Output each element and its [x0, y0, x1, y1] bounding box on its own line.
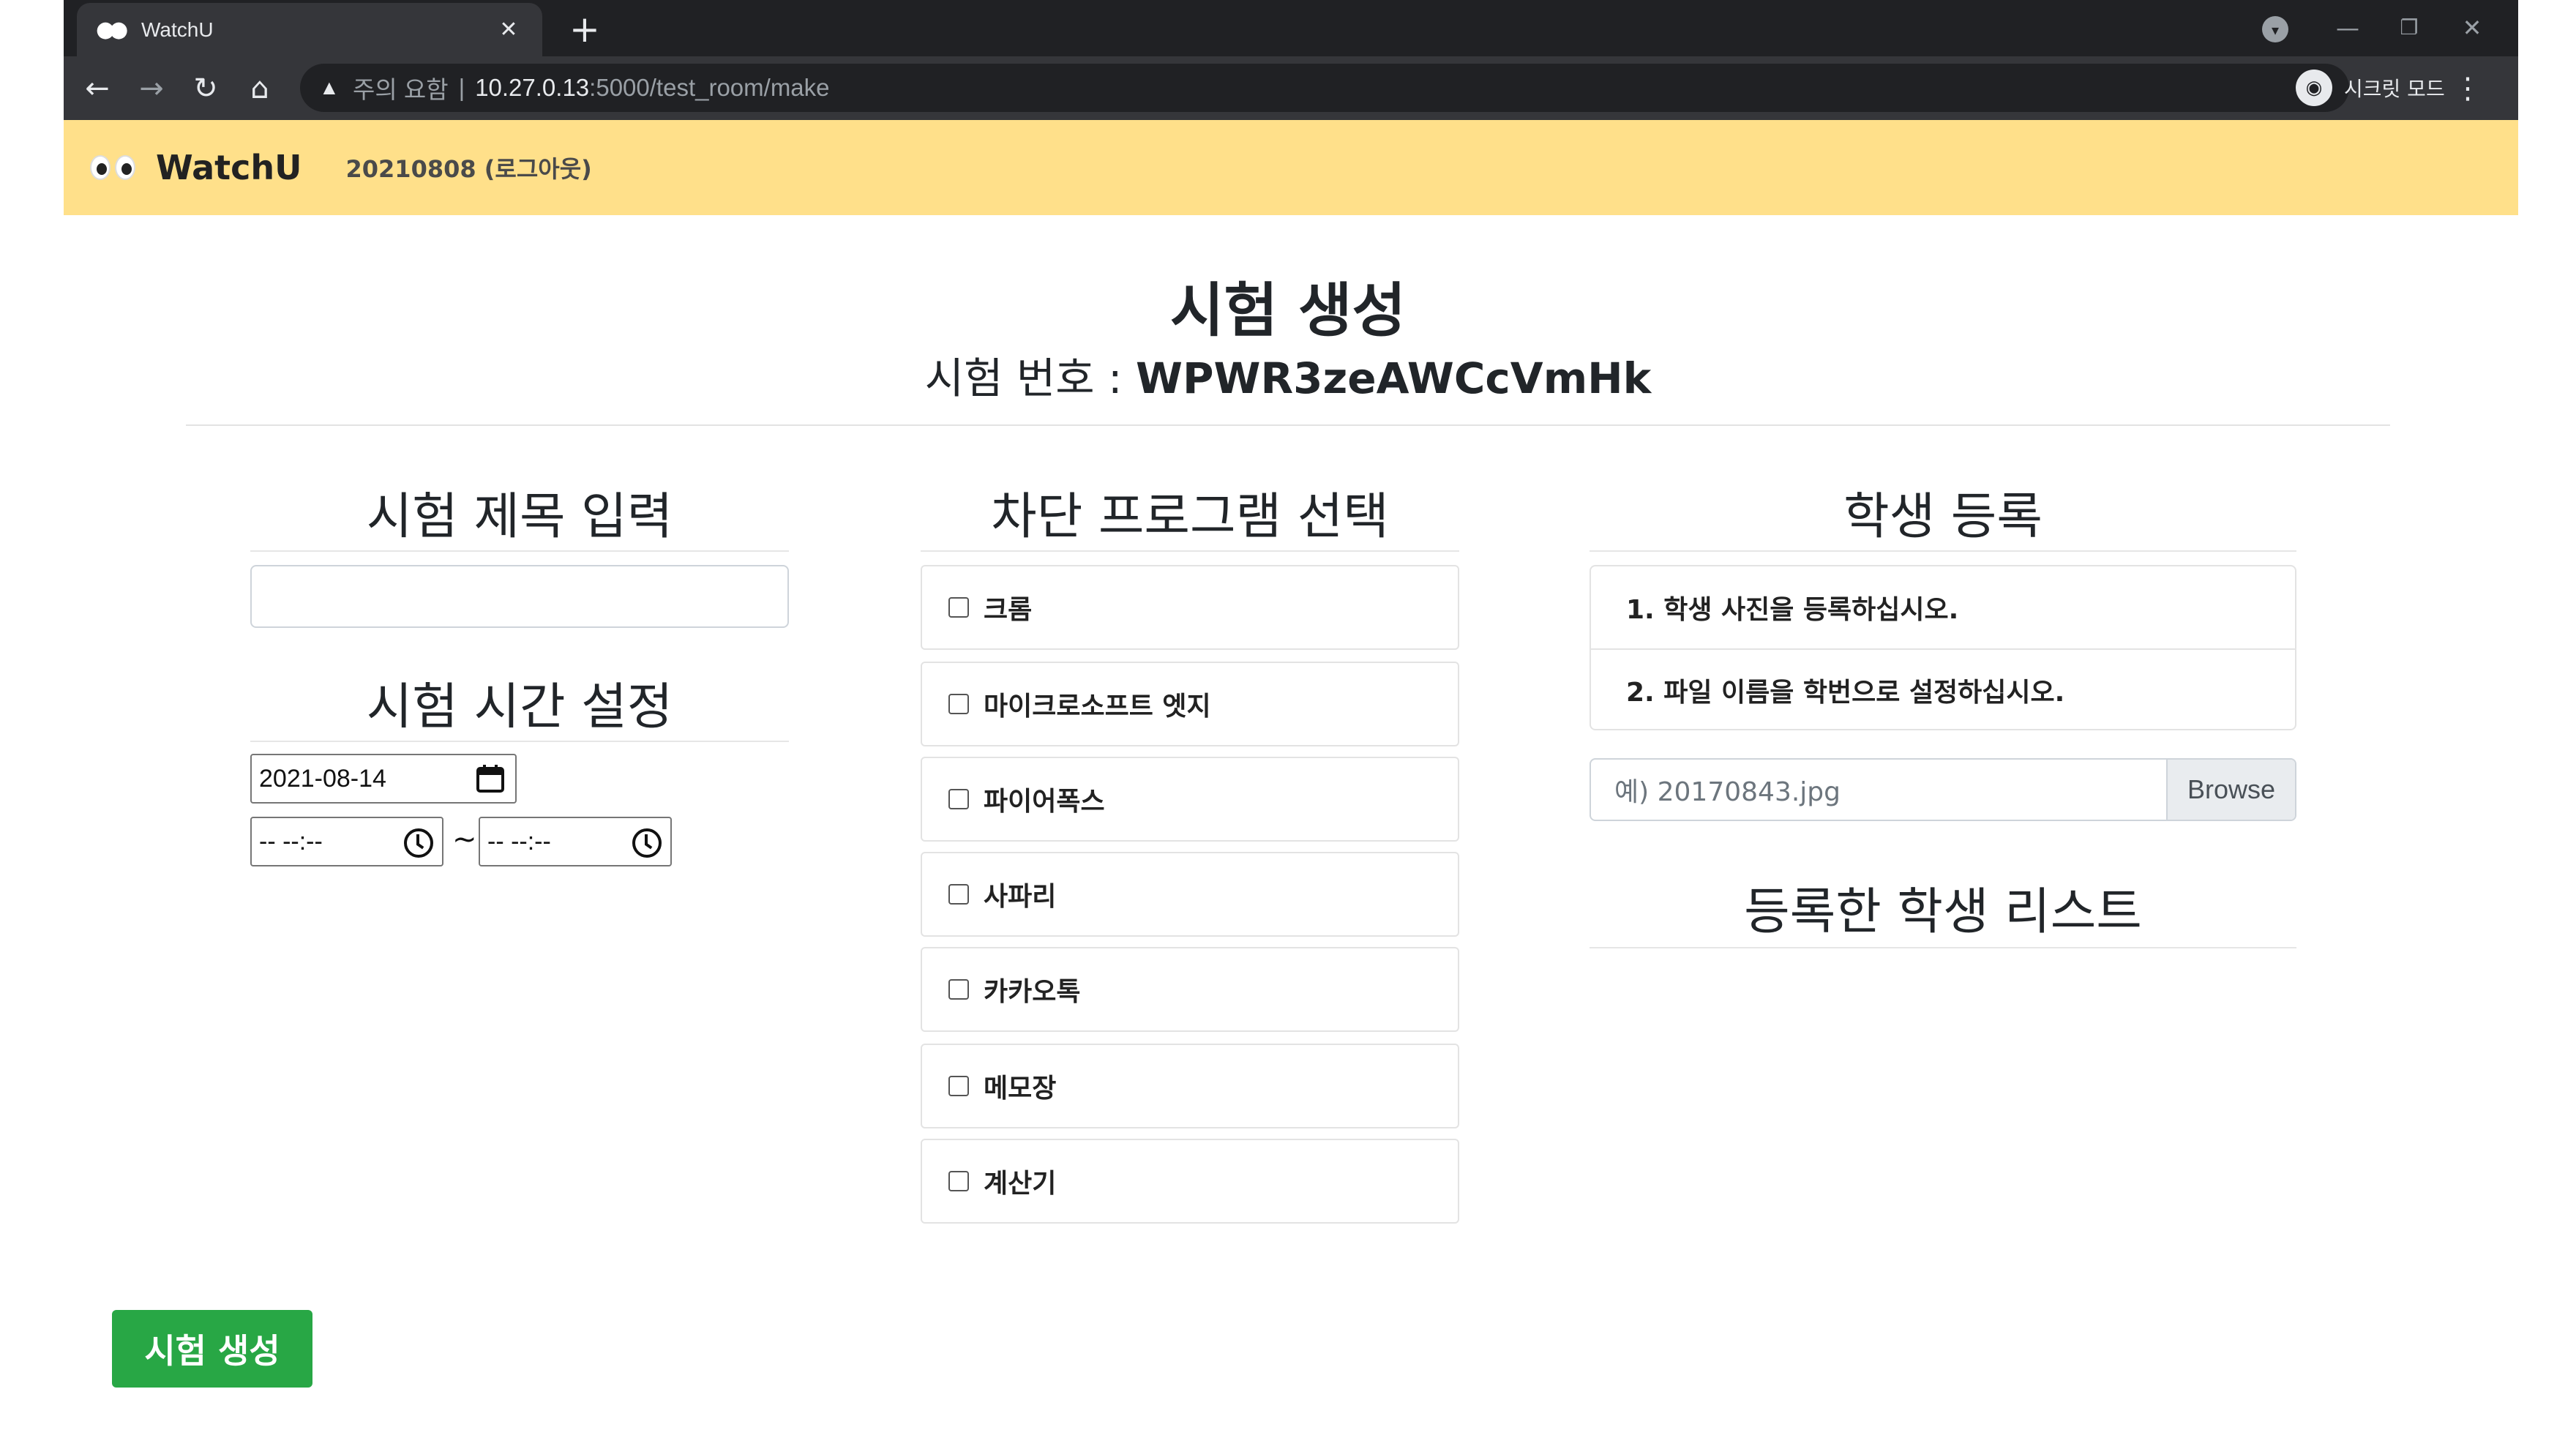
reload-icon[interactable]: ↻ — [184, 67, 228, 111]
program-label: 크롬 — [984, 595, 1033, 625]
tab-title: WatchU — [141, 18, 214, 41]
clock-icon[interactable] — [404, 828, 433, 858]
program-checkbox[interactable] — [948, 597, 969, 618]
exam-title-input[interactable] — [250, 565, 789, 628]
program-checkbox[interactable] — [948, 1076, 969, 1096]
program-option[interactable]: 사파리 — [921, 852, 1459, 937]
section-divider — [250, 741, 789, 742]
brand-name: WatchU — [156, 148, 302, 187]
program-label: 카카오톡 — [984, 977, 1081, 1007]
exam-time-heading: 시험 시간 설정 — [366, 678, 673, 736]
section-divider — [250, 550, 789, 552]
address-bar[interactable]: ▲ 주의 요함 | 10.27.0.13 :5000/test_room/mak… — [300, 64, 2349, 112]
program-label: 마이크로소프트 엣지 — [984, 692, 1211, 722]
browser-chrome: ●● WatchU ✕ + ▾ — ❐ ✕ ← → ↻ ⌂ ▲ 주의 요함 | … — [64, 0, 2518, 120]
program-label: 파이어폭스 — [984, 787, 1105, 817]
close-window-icon[interactable]: ✕ — [2446, 6, 2498, 50]
tab-strip: ●● WatchU ✕ + ▾ — ❐ ✕ — [64, 0, 2518, 56]
block-program-heading: 차단 프로그램 선택 — [991, 488, 1389, 546]
student-photo-file-input[interactable]: 예) 20170843.jpg Browse — [1590, 758, 2296, 821]
eyes-logo-icon — [90, 155, 140, 180]
home-icon[interactable]: ⌂ — [238, 67, 282, 111]
start-time-input[interactable]: -- --:-- — [250, 817, 443, 866]
instruction-list: 1. 학생 사진을 등록하십시오. 2. 파일 이름을 학번으로 설정하십시오. — [1590, 565, 2296, 730]
exam-date-input[interactable]: 2021-08-14 — [250, 754, 517, 804]
site-navbar: WatchU 20210808 (로그아웃) — [64, 120, 2518, 215]
browser-toolbar: ← → ↻ ⌂ ▲ 주의 요함 | 10.27.0.13 :5000/test_… — [64, 56, 2518, 120]
url-separator: | — [458, 74, 465, 101]
instruction-item: 1. 학생 사진을 등록하십시오. — [1626, 595, 1959, 625]
end-time-input[interactable]: -- --:-- — [479, 817, 672, 866]
program-checkbox[interactable] — [948, 979, 969, 1000]
section-divider — [1590, 947, 2296, 948]
incognito-label: 시크릿 모드 — [2344, 77, 2445, 101]
student-register-heading: 학생 등록 — [1843, 488, 2043, 546]
brand-link[interactable]: WatchU — [90, 148, 302, 187]
eyes-icon: ●● — [96, 17, 128, 42]
exam-code-value: WPWR3zeAWCcVmHk — [1136, 353, 1652, 403]
page-title: 시험 생성 — [1169, 277, 1407, 345]
program-checkbox[interactable] — [948, 884, 969, 905]
program-option[interactable]: 메모장 — [921, 1044, 1459, 1128]
clock-icon[interactable] — [632, 828, 662, 858]
student-list-heading: 등록한 학생 리스트 — [1744, 883, 2142, 941]
tab-search-icon[interactable]: ▾ — [2262, 16, 2288, 42]
close-tab-icon[interactable]: ✕ — [494, 17, 523, 42]
logout-link[interactable]: 20210808 (로그아웃) — [346, 151, 592, 184]
browse-button[interactable]: Browse — [2166, 760, 2295, 820]
forward-icon[interactable]: → — [130, 67, 173, 111]
file-input-placeholder: 예) 20170843.jpg — [1614, 777, 1841, 807]
program-option[interactable]: 파이어폭스 — [921, 757, 1459, 842]
create-exam-button[interactable]: 시험 생성 — [112, 1310, 312, 1388]
end-time-value: -- --:-- — [487, 827, 551, 855]
url-host: 10.27.0.13 — [475, 74, 590, 101]
instruction-item: 2. 파일 이름을 학번으로 설정하십시오. — [1591, 648, 2295, 730]
program-checkbox[interactable] — [948, 1171, 969, 1191]
exam-code: 시험 번호 : WPWR3zeAWCcVmHk — [0, 344, 2576, 405]
program-checkbox[interactable] — [948, 789, 969, 809]
url-path: :5000/test_room/make — [589, 74, 830, 101]
section-divider — [1590, 550, 2296, 552]
browser-menu-icon[interactable]: ⋮ — [2449, 67, 2486, 111]
security-warning[interactable]: 주의 요함 — [348, 70, 449, 105]
incognito-icon: ◉ — [2296, 70, 2332, 106]
calendar-icon[interactable] — [476, 764, 505, 793]
warning-icon: ▲ — [319, 76, 340, 99]
program-label: 메모장 — [984, 1074, 1057, 1104]
program-label: 사파리 — [984, 882, 1057, 912]
program-option[interactable]: 계산기 — [921, 1139, 1459, 1224]
back-icon[interactable]: ← — [75, 67, 119, 111]
browser-tab[interactable]: ●● WatchU ✕ — [77, 3, 542, 56]
new-tab-button[interactable]: + — [563, 7, 607, 51]
exam-code-label: 시험 번호 : — [924, 353, 1137, 403]
program-checkbox[interactable] — [948, 694, 969, 714]
time-range-separator: ~ — [452, 823, 477, 856]
minimize-icon[interactable]: — — [2322, 6, 2373, 50]
program-option[interactable]: 마이크로소프트 엣지 — [921, 662, 1459, 746]
eye-right — [115, 155, 135, 180]
restore-icon[interactable]: ❐ — [2384, 6, 2435, 50]
program-label: 계산기 — [984, 1169, 1057, 1199]
program-option[interactable]: 카카오톡 — [921, 947, 1459, 1032]
page: ●● WatchU ✕ + ▾ — ❐ ✕ ← → ↻ ⌂ ▲ 주의 요함 | … — [0, 0, 2576, 1449]
incognito-indicator[interactable]: ◉ 시크릿 모드 — [2296, 64, 2552, 112]
section-divider — [921, 550, 1459, 552]
start-time-value: -- --:-- — [259, 827, 323, 855]
eye-left — [90, 155, 111, 180]
exam-title-heading: 시험 제목 입력 — [366, 488, 673, 546]
date-value: 2021-08-14 — [259, 764, 386, 793]
program-option[interactable]: 크롬 — [921, 565, 1459, 650]
header-divider — [186, 424, 2390, 426]
